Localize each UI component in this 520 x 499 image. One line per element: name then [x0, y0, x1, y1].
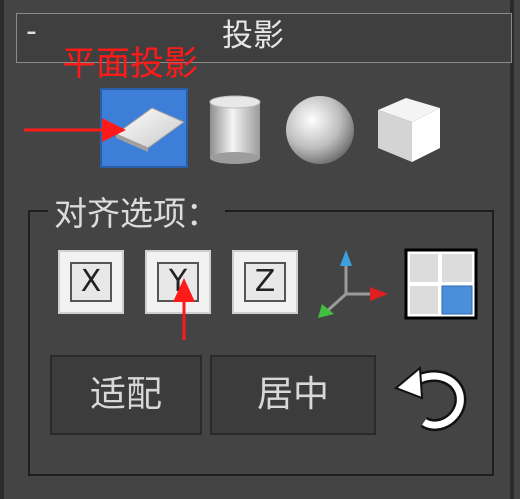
collapse-toggle[interactable]: - — [26, 12, 37, 52]
box-icon — [378, 98, 440, 162]
sphere-icon — [286, 96, 354, 164]
fit-button[interactable]: 适配 — [50, 355, 202, 435]
center-button[interactable]: 居中 — [210, 355, 376, 435]
axis-z-label: Z — [244, 262, 286, 302]
axis-gizmo-icon — [318, 250, 388, 318]
view-align-button[interactable] — [404, 248, 478, 320]
axis-x-label: X — [70, 262, 112, 302]
align-z-button[interactable]: Z — [232, 250, 298, 314]
rollout-title: 投影 — [222, 18, 284, 54]
undo-arrow-icon — [394, 365, 467, 432]
reset-button[interactable] — [390, 360, 470, 436]
annotation-label: 平面投影 — [62, 44, 198, 84]
annotation-arrow-right — [24, 118, 126, 142]
align-x-button[interactable]: X — [58, 250, 124, 314]
normal-align-button[interactable] — [312, 248, 394, 324]
annotation-arrow-up — [173, 278, 195, 340]
cylinder-icon — [209, 95, 261, 164]
cylindrical-projection-button[interactable] — [200, 90, 270, 170]
box-projection-button[interactable] — [372, 92, 444, 168]
align-options-label: 对齐选项： — [48, 192, 225, 236]
view-align-icon — [404, 248, 478, 320]
spherical-projection-button[interactable] — [282, 90, 360, 170]
